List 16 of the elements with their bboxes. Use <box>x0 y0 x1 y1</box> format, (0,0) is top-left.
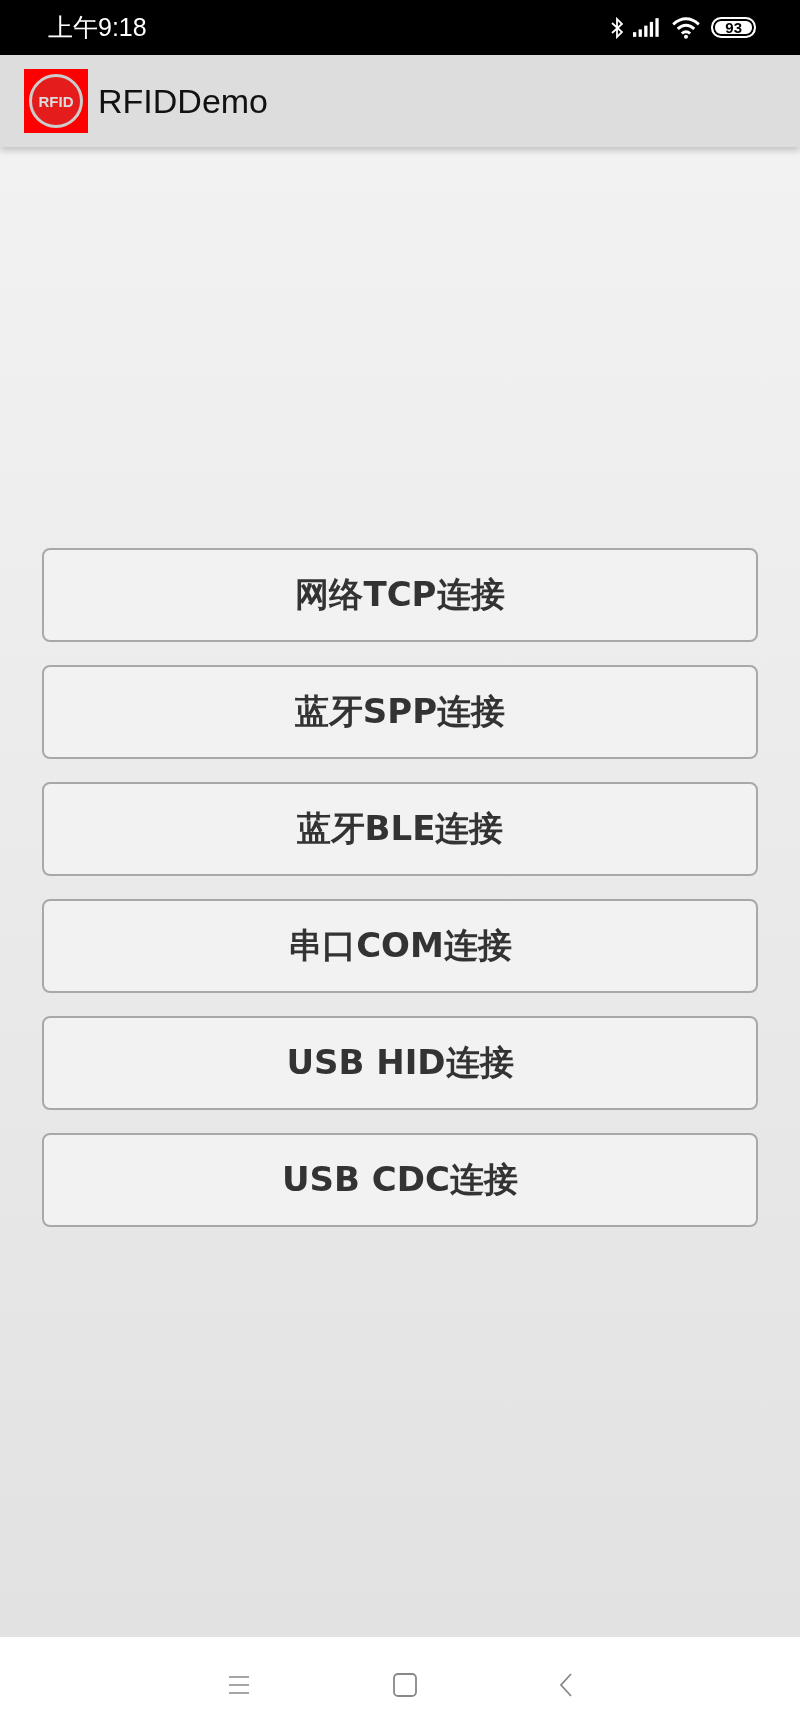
connect-button[interactable]: 蓝牙SPP连接 <box>42 665 758 759</box>
menu-icon[interactable] <box>227 1673 251 1697</box>
wifi-icon <box>671 16 702 39</box>
app-logo: RFID <box>24 69 88 133</box>
app-title: RFIDDemo <box>98 81 269 121</box>
battery-indicator: 93 <box>711 17 756 38</box>
connect-button[interactable]: USB CDC连接 <box>42 1133 758 1227</box>
status-time: 上午9:18 <box>48 12 147 43</box>
bluetooth-icon <box>611 16 624 39</box>
home-icon[interactable] <box>393 1673 417 1697</box>
back-icon[interactable] <box>559 1673 573 1697</box>
connect-button[interactable]: 串口COM连接 <box>42 899 758 993</box>
connect-button[interactable]: USB HID连接 <box>42 1016 758 1110</box>
signal-icon <box>633 18 662 37</box>
connect-button[interactable]: 蓝牙BLE连接 <box>42 782 758 876</box>
connect-button[interactable]: 网络TCP连接 <box>42 548 758 642</box>
